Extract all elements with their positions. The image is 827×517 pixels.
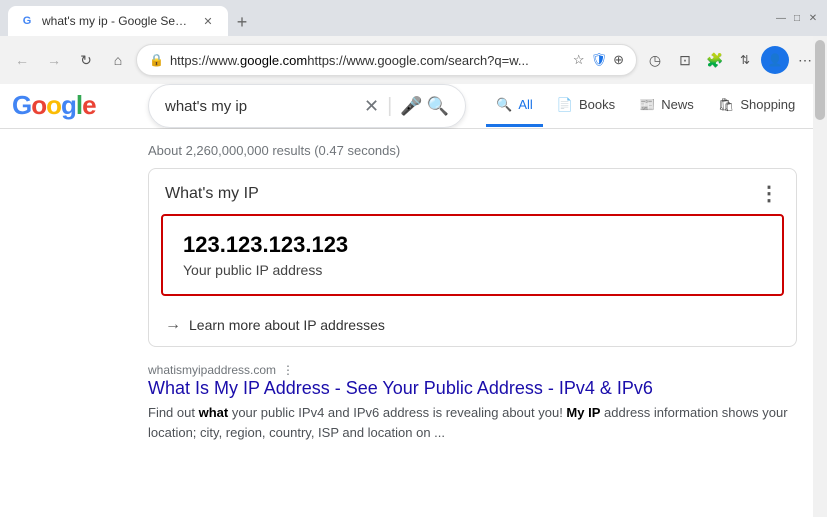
tab-area: G what's my ip - Google Search ✕ + bbox=[8, 0, 767, 36]
title-bar: G what's my ip - Google Search ✕ + — □ ✕ bbox=[0, 0, 827, 36]
tab-close-button[interactable]: ✕ bbox=[200, 13, 216, 29]
snippet-menu-button[interactable]: ⋮ bbox=[759, 181, 780, 206]
history-icon[interactable]: ◷ bbox=[641, 46, 669, 74]
search-tabs-bar: Google ✕ | 🎤 🔍 🔍 All 📄 Books 📰 N bbox=[0, 84, 827, 129]
result-source: whatismyipaddress.com ⋮ bbox=[148, 363, 797, 377]
back-button[interactable]: ← bbox=[8, 46, 36, 74]
maximize-button[interactable]: □ bbox=[791, 12, 803, 24]
shopping-tab-icon: 🛍 bbox=[718, 97, 735, 113]
shield-icon: 🛡 bbox=[591, 52, 608, 68]
page-search-input[interactable] bbox=[165, 98, 364, 115]
search-results-area: About 2,260,000,000 results (0.47 second… bbox=[0, 129, 827, 517]
tab-shopping-label: Shopping bbox=[740, 97, 795, 112]
minimize-button[interactable]: — bbox=[775, 12, 787, 24]
tab-all[interactable]: 🔍 All bbox=[486, 85, 543, 127]
separator: | bbox=[387, 95, 392, 118]
google-logo: Google bbox=[12, 90, 96, 121]
result-title-link[interactable]: What Is My IP Address - See Your Public … bbox=[148, 377, 797, 400]
browser-scrollbar[interactable] bbox=[813, 36, 827, 517]
news-tab-icon: 📰 bbox=[639, 97, 655, 113]
address-bar[interactable]: 🔒 https://www.google.comhttps://www.goog… bbox=[136, 44, 637, 76]
close-button[interactable]: ✕ bbox=[807, 12, 819, 24]
result-source-menu[interactable]: ⋮ bbox=[282, 363, 294, 377]
profile-avatar[interactable]: 👤 bbox=[761, 46, 789, 74]
scrollbar-thumb[interactable] bbox=[815, 40, 825, 120]
all-tab-icon: 🔍 bbox=[496, 97, 512, 113]
tab-favicon: G bbox=[20, 14, 34, 28]
voice-search-icon[interactable]: 🎤 bbox=[400, 96, 422, 117]
new-tab-button[interactable]: + bbox=[228, 8, 256, 36]
arrow-icon: → bbox=[165, 316, 181, 334]
ip-address-value: 123.123.123.123 bbox=[183, 232, 762, 258]
featured-snippet: What's my IP ⋮ 123.123.123.123 Your publ… bbox=[148, 168, 797, 347]
tab-books[interactable]: 📄 Books bbox=[547, 85, 625, 127]
active-tab[interactable]: G what's my ip - Google Search ✕ bbox=[8, 6, 228, 36]
google-logo-area: Google bbox=[12, 84, 96, 127]
forward-button[interactable]: → bbox=[40, 46, 68, 74]
learn-more-link[interactable]: → Learn more about IP addresses bbox=[149, 308, 796, 346]
window-controls: — □ ✕ bbox=[767, 12, 819, 24]
split-icon[interactable]: ⊡ bbox=[671, 46, 699, 74]
bookmark-icon[interactable]: ⊕ bbox=[613, 52, 624, 68]
search-submit-button[interactable]: 🔍 bbox=[427, 96, 449, 117]
page-search-bar[interactable]: ✕ | 🎤 🔍 bbox=[148, 84, 466, 128]
ip-address-box: 123.123.123.123 Your public IP address bbox=[161, 214, 784, 296]
address-bar-icons: ☆ 🛡 ⊕ bbox=[573, 52, 624, 68]
reload-button[interactable]: ↻ bbox=[72, 46, 100, 74]
url-path: https://www.google.com/search?q=w... bbox=[307, 53, 528, 68]
tab-title: what's my ip - Google Search bbox=[42, 14, 192, 28]
tab-all-label: All bbox=[518, 97, 532, 112]
snippet-header: What's my IP ⋮ bbox=[149, 169, 796, 214]
address-bar-row: ← → ↻ ⌂ 🔒 https://www.google.comhttps://… bbox=[0, 36, 827, 84]
toolbar-icons: ◷ ⊡ 🧩 ⇅ 👤 ⋯ bbox=[641, 46, 819, 74]
tab-news-label: News bbox=[661, 97, 694, 112]
search-result-1: whatismyipaddress.com ⋮ What Is My IP Ad… bbox=[148, 363, 797, 442]
ip-address-label: Your public IP address bbox=[183, 262, 762, 278]
search-clear-button[interactable]: ✕ bbox=[364, 96, 379, 117]
result-domain: whatismyipaddress.com bbox=[148, 363, 276, 377]
results-count: About 2,260,000,000 results (0.47 second… bbox=[148, 137, 797, 168]
learn-more-text: Learn more about IP addresses bbox=[189, 317, 385, 333]
home-button[interactable]: ⌂ bbox=[104, 46, 132, 74]
sync-icon[interactable]: ⇅ bbox=[731, 46, 759, 74]
lock-icon: 🔒 bbox=[149, 53, 164, 67]
star-icon[interactable]: ☆ bbox=[573, 52, 585, 68]
tab-news[interactable]: 📰 News bbox=[629, 85, 704, 127]
snippet-title: What's my IP bbox=[165, 185, 259, 203]
result-description: Find out what your public IPv4 and IPv6 … bbox=[148, 403, 797, 442]
tab-books-label: Books bbox=[579, 97, 615, 112]
books-tab-icon: 📄 bbox=[557, 97, 573, 113]
url-text: https://www.google.comhttps://www.google… bbox=[170, 53, 567, 68]
tab-shopping[interactable]: 🛍 Shopping bbox=[708, 85, 805, 127]
result-bold-myip: My IP bbox=[566, 405, 600, 420]
extensions-icon[interactable]: 🧩 bbox=[701, 46, 729, 74]
result-bold-what: what bbox=[199, 405, 229, 420]
